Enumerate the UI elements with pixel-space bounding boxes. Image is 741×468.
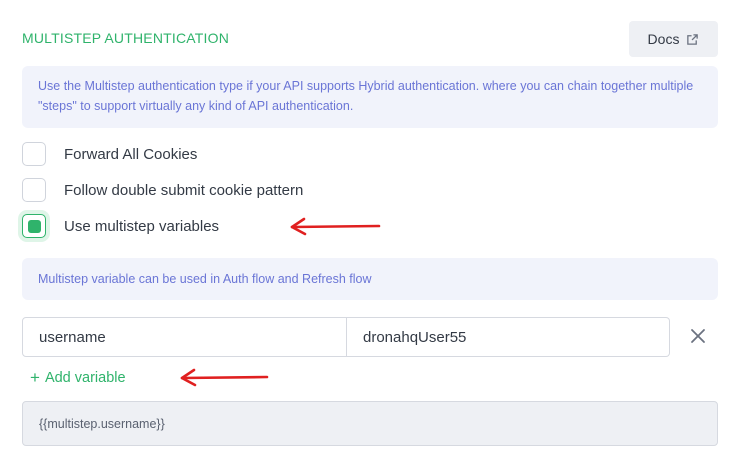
add-variable-button[interactable]: + Add variable	[30, 369, 126, 386]
preview-text: {{multistep.username}}	[39, 416, 165, 431]
annotation-arrow-icon	[180, 368, 269, 387]
forward-all-cookies-checkbox[interactable]	[22, 142, 46, 166]
use-multistep-variables-label: Use multistep variables	[64, 217, 220, 235]
checkbox-check-indicator	[27, 219, 41, 233]
close-icon[interactable]	[689, 327, 707, 345]
option-forward-all-cookies[interactable]: Forward All Cookies	[22, 141, 197, 167]
option-use-multistep-variables[interactable]: Use multistep variables	[22, 213, 219, 239]
multistep-info-box: Use the Multistep authentication type if…	[22, 66, 718, 128]
annotation-arrow-icon	[290, 217, 381, 236]
forward-all-cookies-label: Forward All Cookies	[64, 145, 198, 163]
variables-info-box: Multistep variable can be used in Auth f…	[22, 258, 718, 300]
external-link-icon	[687, 33, 699, 45]
double-submit-cookie-label: Follow double submit cookie pattern	[64, 181, 304, 199]
variable-value-input[interactable]	[347, 317, 670, 357]
double-submit-cookie-checkbox[interactable]	[22, 178, 46, 202]
plus-icon: +	[30, 368, 40, 387]
docs-button[interactable]: Docs	[629, 21, 718, 57]
add-variable-label: Add variable	[44, 369, 126, 386]
variable-row	[22, 317, 670, 357]
variable-key-input[interactable]	[22, 317, 347, 357]
multistep-variable-preview: {{multistep.username}}	[22, 401, 718, 446]
docs-button-label: Docs	[647, 31, 680, 47]
section-title: MULTISTEP AUTHENTICATION	[22, 30, 230, 46]
use-multistep-variables-checkbox[interactable]	[22, 214, 46, 238]
option-double-submit-cookie[interactable]: Follow double submit cookie pattern	[22, 177, 303, 203]
